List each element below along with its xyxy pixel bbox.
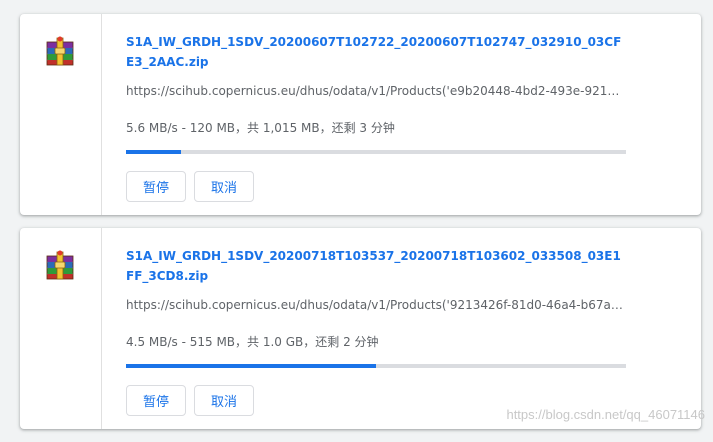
progress-fill	[126, 364, 376, 368]
pause-button[interactable]: 暂停	[126, 385, 186, 416]
download-item: S1A_IW_GRDH_1SDV_20200718T103537_2020071…	[20, 228, 701, 429]
cancel-button[interactable]: 取消	[194, 171, 254, 202]
download-details: S1A_IW_GRDH_1SDV_20200607T102722_2020060…	[126, 32, 626, 202]
winrar-archive-icon	[46, 250, 74, 280]
download-actions: 暂停 取消	[126, 171, 626, 202]
progress-fill	[126, 150, 181, 154]
cancel-button[interactable]: 取消	[194, 385, 254, 416]
icon-column	[20, 228, 102, 429]
download-item: S1A_IW_GRDH_1SDV_20200607T102722_2020060…	[20, 14, 701, 215]
progress-bar	[126, 364, 626, 368]
source-url: https://scihub.copernicus.eu/dhus/odata/…	[126, 298, 626, 312]
download-list: S1A_IW_GRDH_1SDV_20200607T102722_2020060…	[20, 14, 701, 442]
download-details: S1A_IW_GRDH_1SDV_20200718T103537_2020071…	[126, 246, 626, 416]
winrar-archive-icon	[46, 36, 74, 66]
progress-bar	[126, 150, 626, 154]
file-name-link[interactable]: S1A_IW_GRDH_1SDV_20200607T102722_2020060…	[126, 32, 626, 72]
file-name-link[interactable]: S1A_IW_GRDH_1SDV_20200718T103537_2020071…	[126, 246, 626, 286]
icon-column	[20, 14, 102, 215]
source-url: https://scihub.copernicus.eu/dhus/odata/…	[126, 84, 626, 98]
download-status: 5.6 MB/s - 120 MB，共 1,015 MB，还剩 3 分钟	[126, 121, 395, 135]
watermark-text: https://blog.csdn.net/qq_46071146	[506, 407, 705, 422]
download-status: 4.5 MB/s - 515 MB，共 1.0 GB，还剩 2 分钟	[126, 335, 379, 349]
pause-button[interactable]: 暂停	[126, 171, 186, 202]
